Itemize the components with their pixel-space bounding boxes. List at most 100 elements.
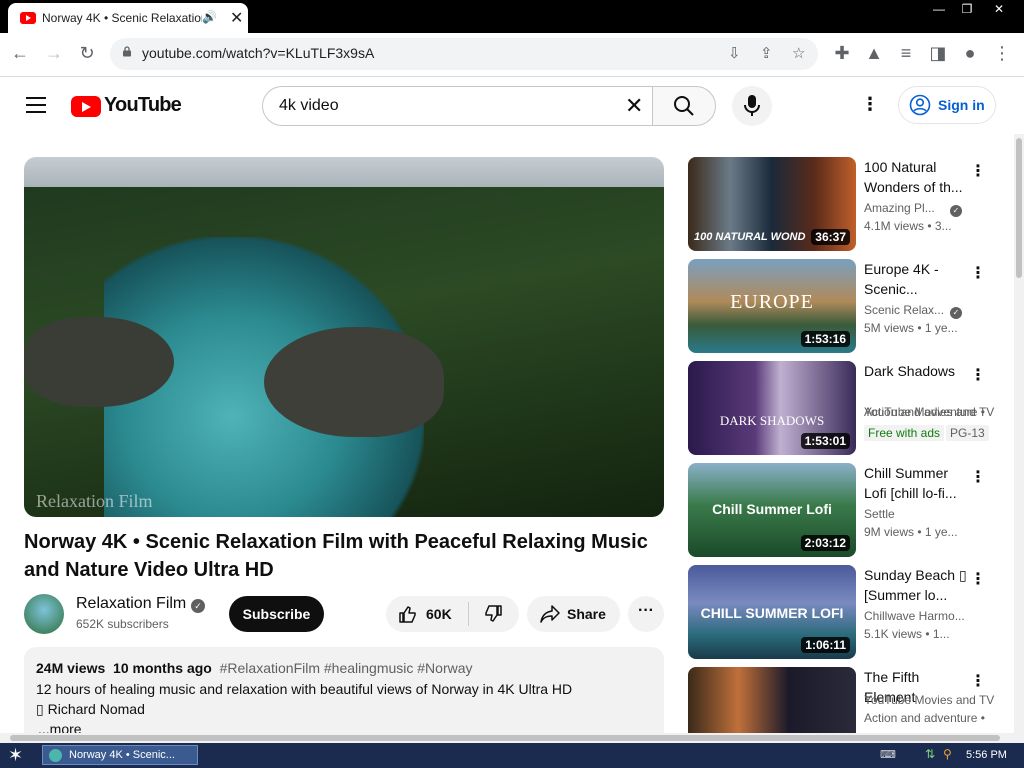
thumbnail-caption: DARK SHADOWS xyxy=(719,413,825,428)
share-page-icon[interactable]: ⇪ xyxy=(760,44,773,62)
item-menu-icon[interactable]: ⋮ xyxy=(968,569,988,589)
recommendation-item[interactable]: 100 NATURAL WOND 36:37 100 Natural Wonde… xyxy=(688,157,1008,251)
tab-close-icon[interactable]: ✕ xyxy=(230,8,243,28)
clear-search-icon[interactable]: ✕ xyxy=(625,93,643,119)
view-count: 24M views xyxy=(36,660,106,676)
recommendation-views: 9M views • 1 ye... xyxy=(864,525,958,539)
browser-menu-icon[interactable]: ⋮ xyxy=(990,43,1014,64)
item-menu-icon[interactable]: ⋮ xyxy=(968,365,988,385)
video-thumbnail[interactable]: Chill Summer Lofi 2:03:12 xyxy=(688,463,856,557)
recommendation-title: Chill Summer Lofi [chill lo-fi... xyxy=(864,465,957,501)
side-panel-icon[interactable]: ◨ xyxy=(926,43,950,64)
duration-badge: 1:53:16 xyxy=(800,331,850,347)
video-frame-rock xyxy=(24,317,174,407)
video-thumbnail[interactable]: 100 NATURAL WOND 36:37 xyxy=(688,157,856,251)
youtube-logo-text: YouTube xyxy=(104,94,182,116)
duration-badge: 2:03:12 xyxy=(800,535,850,551)
video-player[interactable]: Relaxation Film xyxy=(24,157,664,517)
like-count: 60K xyxy=(426,606,452,622)
item-menu-icon[interactable]: ⋮ xyxy=(968,467,988,487)
window-close-button[interactable]: ✕ xyxy=(984,0,1014,18)
rating-badge: PG-13 xyxy=(946,425,989,441)
dislike-button[interactable] xyxy=(469,596,519,632)
search-value: 4k video xyxy=(279,97,339,114)
profile-icon[interactable]: ● xyxy=(958,43,982,64)
hamburger-menu-icon[interactable] xyxy=(26,97,46,113)
speaker-icon[interactable]: 🔊 xyxy=(202,10,217,24)
more-actions-button[interactable]: ··· xyxy=(628,596,664,632)
like-button[interactable]: 60K xyxy=(386,596,468,632)
tab-title: Norway 4K • Scenic Relaxation xyxy=(42,11,202,25)
keyboard-tray-icon[interactable]: ⌨ xyxy=(880,748,896,761)
bookmark-star-icon[interactable]: ☆ xyxy=(792,44,805,62)
extensions-icon[interactable]: ✚ xyxy=(830,43,854,64)
thumbnail-caption: Chill Summer Lofi xyxy=(712,501,832,517)
hashtags[interactable]: #RelaxationFilm #healingmusic #Norway xyxy=(220,660,473,676)
labs-flask-icon[interactable]: ▲ xyxy=(862,43,886,64)
channel-name[interactable]: Relaxation Film xyxy=(76,595,186,613)
share-arrow-icon xyxy=(540,605,560,623)
video-thumbnail[interactable]: DARK SHADOWS 1:53:01 xyxy=(688,361,856,455)
free-with-ads-badge: Free with ads xyxy=(864,425,945,441)
scrollbar-thumb[interactable] xyxy=(10,735,1000,741)
verified-check-icon: ✓ xyxy=(950,205,962,217)
video-thumbnail[interactable]: EUROPE 1:53:16 xyxy=(688,259,856,353)
thumbnail-caption: CHILL SUMMER LOFI xyxy=(700,605,844,621)
recommendation-item[interactable]: EUROPE 1:53:16 Europe 4K - Scenic... Sce… xyxy=(688,259,1008,353)
item-menu-icon[interactable]: ⋮ xyxy=(968,161,988,181)
recommendation-item[interactable]: DARK SHADOWS 1:53:01 Dark Shadows YouTub… xyxy=(688,361,1008,455)
search-icon xyxy=(674,96,694,116)
youtube-favicon-icon xyxy=(20,12,36,24)
scrollbar-thumb[interactable] xyxy=(1016,138,1022,278)
item-menu-icon[interactable]: ⋮ xyxy=(968,263,988,283)
video-thumbnail[interactable]: CHILL SUMMER LOFI 1:06:11 xyxy=(688,565,856,659)
subscribe-button[interactable]: Subscribe xyxy=(229,596,324,632)
recommendation-channel: Settle xyxy=(864,507,895,521)
video-thumbnail[interactable] xyxy=(688,667,856,733)
duration-badge: 1:53:01 xyxy=(800,433,850,449)
horizontal-scrollbar[interactable] xyxy=(0,733,1024,743)
vertical-scrollbar[interactable] xyxy=(1014,134,1024,734)
media-queue-icon[interactable]: ≡ xyxy=(894,43,918,64)
video-title: Norway 4K • Scenic Relaxation Film with … xyxy=(24,531,648,581)
browser-toolbar: ← → ↻ youtube.com/watch?v=KLuTLF3x9sA ⇩ … xyxy=(0,33,1024,77)
recommendation-views: 4.1M views • 3... xyxy=(864,219,952,233)
install-icon[interactable]: ⇩ xyxy=(728,44,741,62)
recommendation-views: 5M views • 1 ye... xyxy=(864,321,958,335)
recommendation-item[interactable]: The Fifth Element YouTube Movies and TV … xyxy=(688,667,1008,733)
share-button[interactable]: Share xyxy=(527,596,620,632)
forward-icon[interactable]: → xyxy=(42,43,66,64)
recommendation-title: Dark Shadows xyxy=(864,363,956,379)
voice-search-button[interactable] xyxy=(732,86,772,126)
recommendation-channel: YouTube Movies and TV xyxy=(864,693,995,707)
recommendation-genre: Action and adventure • xyxy=(864,405,985,419)
recommendation-title: 100 Natural Wonders of th... xyxy=(864,159,963,195)
recommendation-item[interactable]: Chill Summer Lofi 2:03:12 Chill Summer L… xyxy=(688,463,1008,557)
share-label: Share xyxy=(567,606,606,622)
browser-tab[interactable]: Norway 4K • Scenic Relaxation 🔊 ✕ xyxy=(8,3,248,33)
search-button[interactable] xyxy=(652,86,716,126)
settings-more-icon[interactable]: ⋮ xyxy=(858,94,882,118)
taskbar-window-item[interactable]: Norway 4K • Scenic... xyxy=(42,745,198,765)
item-menu-icon[interactable]: ⋮ xyxy=(968,671,988,691)
start-menu-icon[interactable]: ✶ xyxy=(8,745,23,766)
duration-badge: 1:06:11 xyxy=(801,637,850,653)
lock-icon xyxy=(123,46,131,57)
address-bar[interactable]: youtube.com/watch?v=KLuTLF3x9sA ⇩ ⇪ ☆ xyxy=(110,38,818,70)
channel-avatar[interactable] xyxy=(24,594,64,634)
os-taskbar: ✶ Norway 4K • Scenic... ⌨ ⇅ ⚲ 5:56 PM xyxy=(0,743,1024,768)
minimize-button[interactable]: — xyxy=(924,0,954,18)
network-tray-icon[interactable]: ⇅ xyxy=(925,747,935,761)
restore-button[interactable]: ❐ xyxy=(952,0,982,18)
recommendation-genre: Action and adventure • xyxy=(864,711,985,725)
recommendation-item[interactable]: CHILL SUMMER LOFI 1:06:11 Sunday Beach ▯… xyxy=(688,565,1008,659)
back-icon[interactable]: ← xyxy=(8,43,32,64)
subscriber-count: 652K subscribers xyxy=(76,617,169,631)
search-input[interactable]: 4k video ✕ xyxy=(262,86,652,126)
reload-icon[interactable]: ↻ xyxy=(75,43,99,64)
sign-in-button[interactable]: Sign in xyxy=(898,86,996,124)
recommendation-title: Sunday Beach ▯ [Summer lo... xyxy=(864,567,967,603)
search-tray-icon[interactable]: ⚲ xyxy=(943,747,952,761)
description-box[interactable]: 24M views 10 months ago #RelaxationFilm … xyxy=(24,647,664,747)
recommendation-title: Europe 4K - Scenic... xyxy=(864,261,939,297)
